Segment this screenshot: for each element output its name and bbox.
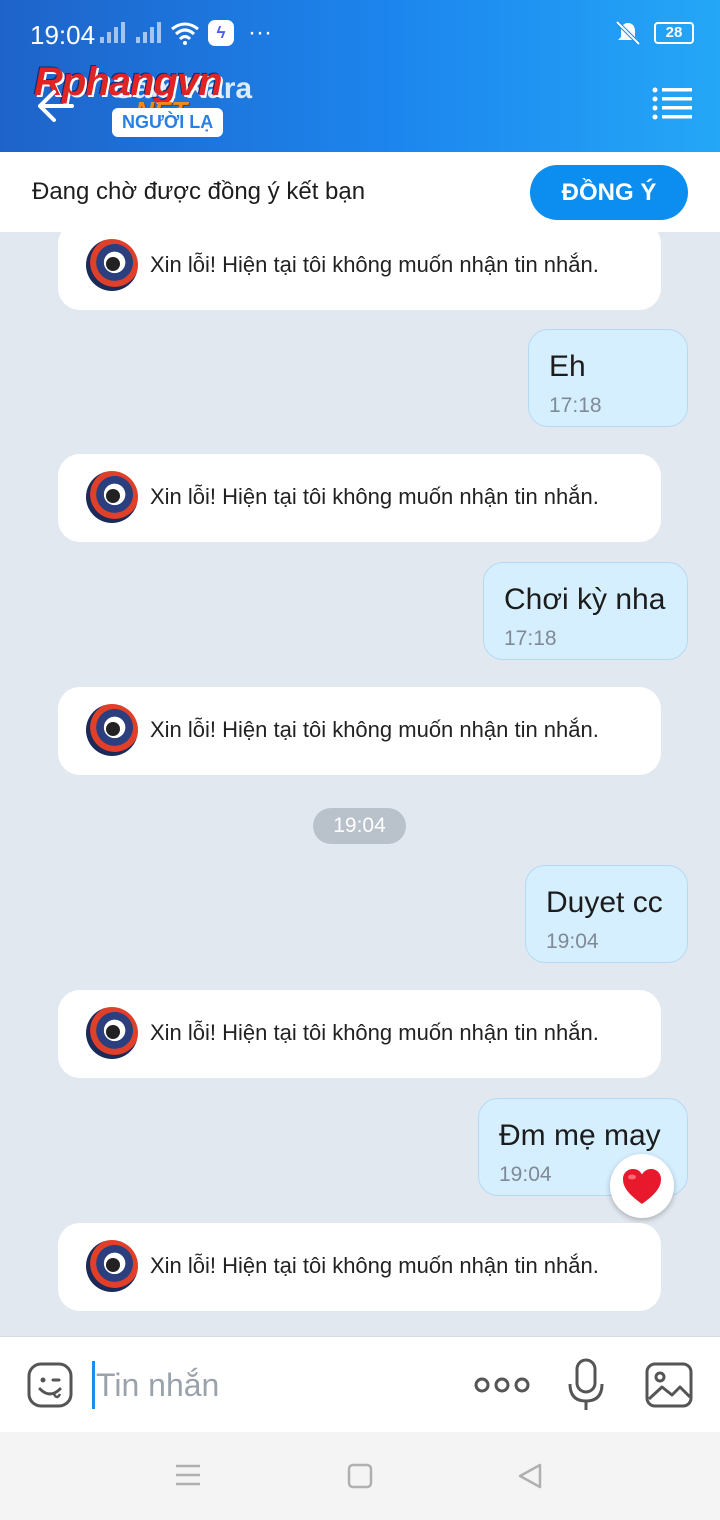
emoji-button[interactable] bbox=[26, 1361, 74, 1409]
back-arrow-icon bbox=[38, 90, 74, 122]
mute-icon bbox=[615, 20, 641, 46]
app-header-background: 19:04 ϟ ··· 28 Cam Kara Rphangvn .NET NG… bbox=[0, 0, 720, 152]
system-message: Xin lỗi! Hiện tại tôi không muốn nhận ti… bbox=[58, 1223, 661, 1311]
avatar[interactable] bbox=[86, 1007, 138, 1059]
message-time: 19:04 bbox=[499, 1163, 552, 1186]
status-icons-left: ϟ ··· bbox=[98, 20, 272, 46]
chat-messages[interactable]: Xin lỗi! Hiện tại tôi không muốn nhận ti… bbox=[0, 232, 720, 1336]
message-text: Eh bbox=[549, 350, 586, 383]
signal-icon bbox=[136, 22, 161, 43]
date-separator: 19:04 bbox=[313, 808, 406, 844]
home-square-icon bbox=[347, 1463, 373, 1489]
system-message: Xin lỗi! Hiện tại tôi không muốn nhận ti… bbox=[58, 454, 661, 542]
reaction-button[interactable] bbox=[610, 1154, 674, 1218]
status-time: 19:04 bbox=[30, 20, 96, 50]
status-icons-right: 28 bbox=[614, 20, 694, 46]
status-bar: 19:04 ϟ ··· 28 bbox=[0, 0, 720, 66]
message-time: 19:04 bbox=[546, 930, 599, 953]
message-input[interactable] bbox=[96, 1359, 436, 1411]
system-message: Xin lỗi! Hiện tại tôi không muốn nhận ti… bbox=[58, 990, 661, 1078]
recent-apps-button[interactable] bbox=[174, 1462, 202, 1493]
system-navigation-bar bbox=[0, 1432, 720, 1520]
system-message-text: Xin lỗi! Hiện tại tôi không muốn nhận ti… bbox=[150, 252, 599, 277]
avatar[interactable] bbox=[86, 1240, 138, 1292]
signal-icon bbox=[100, 22, 125, 43]
chat-header: Cam Kara Rphangvn .NET NGƯỜI LẠ bbox=[0, 60, 720, 152]
message-text: Chơi kỳ nha bbox=[504, 583, 666, 616]
pending-request-text: Đang chờ được đồng ý kết bạn bbox=[32, 178, 366, 205]
voice-message-button[interactable] bbox=[566, 1357, 606, 1413]
battery-indicator: 28 bbox=[654, 22, 694, 44]
system-message-text: Xin lỗi! Hiện tại tôi không muốn nhận ti… bbox=[150, 717, 599, 742]
message-text: Duyet cc bbox=[546, 886, 663, 919]
heart-icon bbox=[623, 1169, 661, 1204]
system-message: Xin lỗi! Hiện tại tôi không muốn nhận ti… bbox=[58, 232, 661, 310]
more-notifications-icon: ··· bbox=[248, 19, 272, 46]
outgoing-message[interactable]: Chơi kỳ nha 17:18 bbox=[483, 562, 688, 660]
message-composer bbox=[0, 1336, 720, 1432]
wifi-icon bbox=[171, 22, 199, 45]
system-message-text: Xin lỗi! Hiện tại tôi không muốn nhận ti… bbox=[150, 1253, 599, 1278]
more-dots-icon bbox=[474, 1377, 530, 1393]
messenger-icon: ϟ bbox=[208, 20, 234, 46]
pending-friend-request-bar: Đang chờ được đồng ý kết bạn ĐỒNG Ý bbox=[0, 152, 720, 232]
avatar[interactable] bbox=[86, 239, 138, 291]
avatar[interactable] bbox=[86, 704, 138, 756]
more-options-button[interactable] bbox=[474, 1373, 530, 1397]
avatar[interactable] bbox=[86, 471, 138, 523]
system-message: Xin lỗi! Hiện tại tôi không muốn nhận ti… bbox=[58, 687, 661, 775]
back-nav-button[interactable] bbox=[516, 1462, 544, 1495]
home-button[interactable] bbox=[346, 1462, 374, 1495]
system-message-text: Xin lỗi! Hiện tại tôi không muốn nhận ti… bbox=[150, 1020, 599, 1045]
menu-button[interactable] bbox=[652, 86, 692, 120]
accept-button[interactable]: ĐỒNG Ý bbox=[530, 165, 688, 220]
microphone-icon bbox=[568, 1358, 604, 1410]
text-cursor bbox=[92, 1361, 95, 1409]
menu-list-icon bbox=[652, 87, 692, 120]
system-message-text: Xin lỗi! Hiện tại tôi không muốn nhận ti… bbox=[150, 484, 599, 509]
outgoing-message[interactable]: Duyet cc 19:04 bbox=[525, 865, 688, 963]
stranger-badge: NGƯỜI LẠ bbox=[112, 108, 224, 137]
outgoing-message[interactable]: Eh 17:18 bbox=[528, 329, 688, 427]
message-time: 17:18 bbox=[504, 627, 557, 650]
message-time: 17:18 bbox=[549, 394, 602, 417]
send-image-button[interactable] bbox=[644, 1361, 694, 1409]
menu-icon bbox=[176, 1464, 200, 1486]
back-triangle-icon bbox=[518, 1463, 542, 1489]
sticker-emoji-icon bbox=[27, 1362, 73, 1408]
back-button[interactable] bbox=[34, 84, 78, 128]
message-text: Đm mẹ may bbox=[499, 1119, 661, 1152]
image-icon bbox=[645, 1362, 693, 1408]
